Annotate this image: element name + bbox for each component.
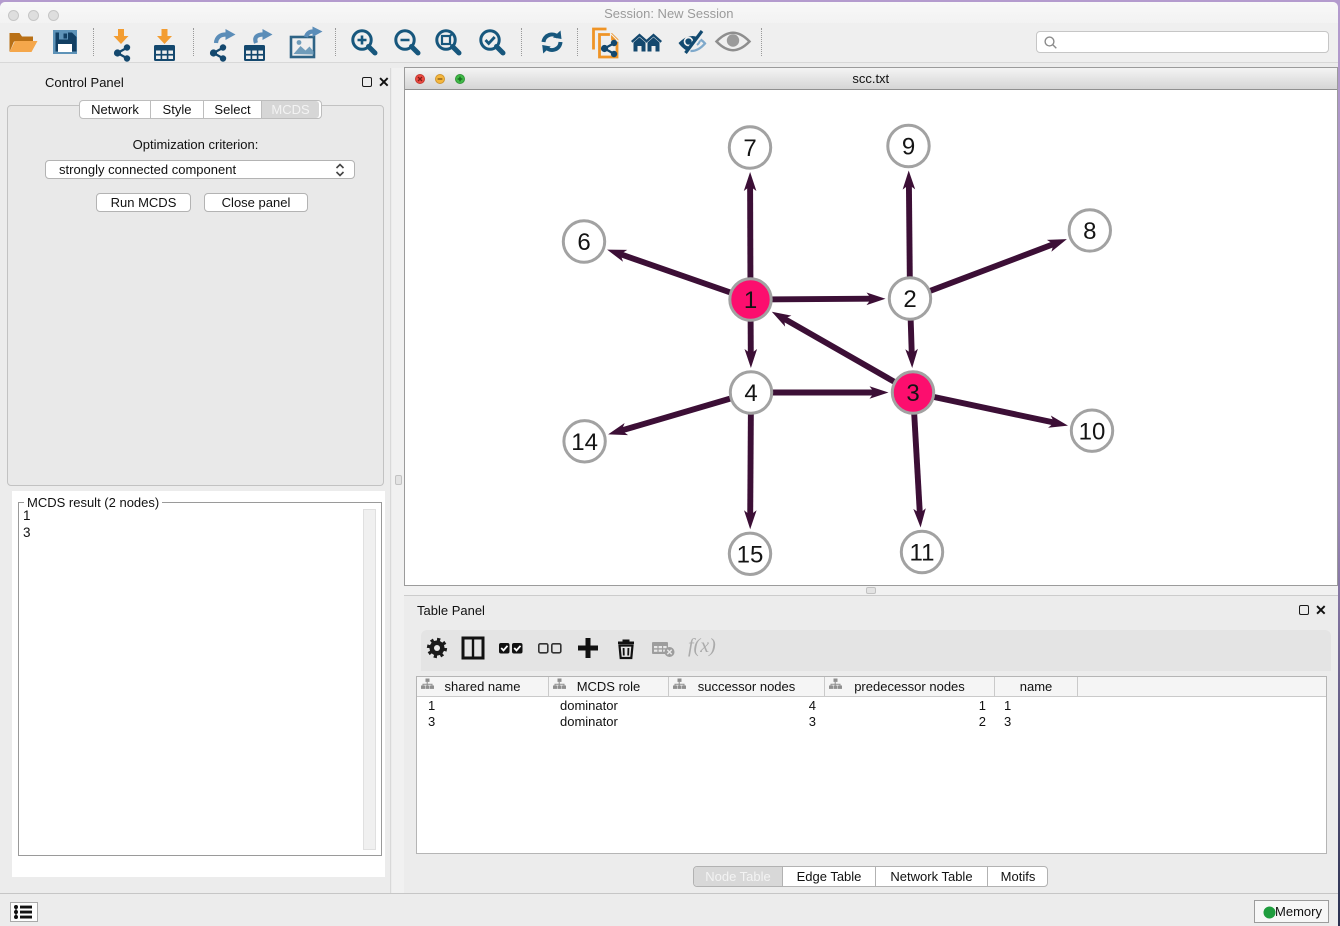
svg-text:10: 10: [1079, 418, 1106, 445]
svg-text:2: 2: [903, 286, 916, 313]
svg-text:3: 3: [906, 380, 919, 407]
svg-text:15: 15: [737, 542, 764, 569]
svg-text:4: 4: [744, 380, 757, 407]
svg-text:11: 11: [910, 540, 935, 567]
svg-text:1: 1: [744, 287, 757, 314]
svg-text:7: 7: [743, 135, 756, 162]
svg-text:9: 9: [902, 134, 915, 161]
svg-text:14: 14: [571, 429, 598, 456]
svg-text:6: 6: [577, 229, 590, 256]
svg-text:8: 8: [1083, 218, 1096, 245]
